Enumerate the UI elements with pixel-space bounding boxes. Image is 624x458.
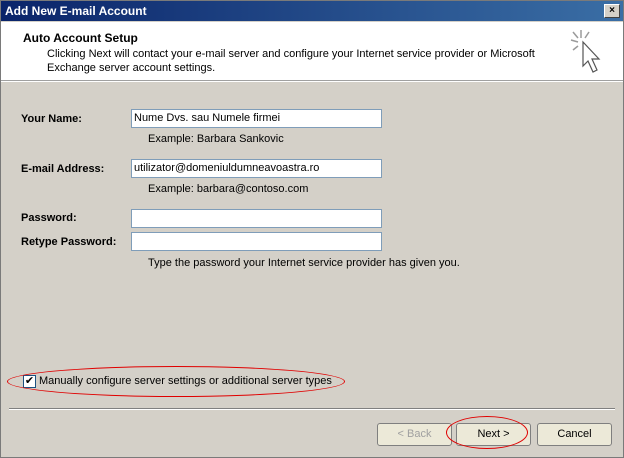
title-bar: Add New E-mail Account × (1, 1, 623, 21)
header-divider (1, 81, 623, 82)
wizard-header: Auto Account Setup Clicking Next will co… (1, 22, 623, 81)
cancel-button[interactable]: Cancel (537, 423, 612, 446)
retype-password-input[interactable] (131, 232, 382, 251)
password-label: Password: (21, 212, 77, 224)
your-name-input[interactable]: Nume Dvs. sau Numele firmei (131, 109, 382, 128)
footer-separator (9, 408, 615, 410)
window-title: Add New E-mail Account (5, 4, 147, 18)
your-name-example: Example: Barbara Sankovic (148, 133, 284, 145)
email-address-example: Example: barbara@contoso.com (148, 183, 309, 195)
header-description: Clicking Next will contact your e-mail s… (47, 48, 535, 74)
password-input[interactable] (131, 209, 382, 228)
add-account-window: Add New E-mail Account × Auto Account Se… (0, 0, 624, 458)
password-hint: Type the password your Internet service … (148, 257, 460, 269)
close-button[interactable]: × (604, 4, 620, 18)
wizard-cursor-icon (570, 30, 601, 73)
email-address-label: E-mail Address: (21, 163, 105, 175)
next-button[interactable]: Next > (456, 423, 531, 446)
back-button[interactable]: < Back (377, 423, 452, 446)
manual-config-label[interactable]: Manually configure server settings or ad… (39, 375, 332, 387)
email-address-input[interactable]: utilizator@domeniuldumneavoastra.ro (131, 159, 382, 178)
manual-config-checkbox[interactable]: ✔ (23, 375, 36, 388)
retype-password-label: Retype Password: (21, 236, 117, 248)
your-name-label: Your Name: (21, 113, 82, 125)
header-title: Auto Account Setup (23, 31, 138, 45)
